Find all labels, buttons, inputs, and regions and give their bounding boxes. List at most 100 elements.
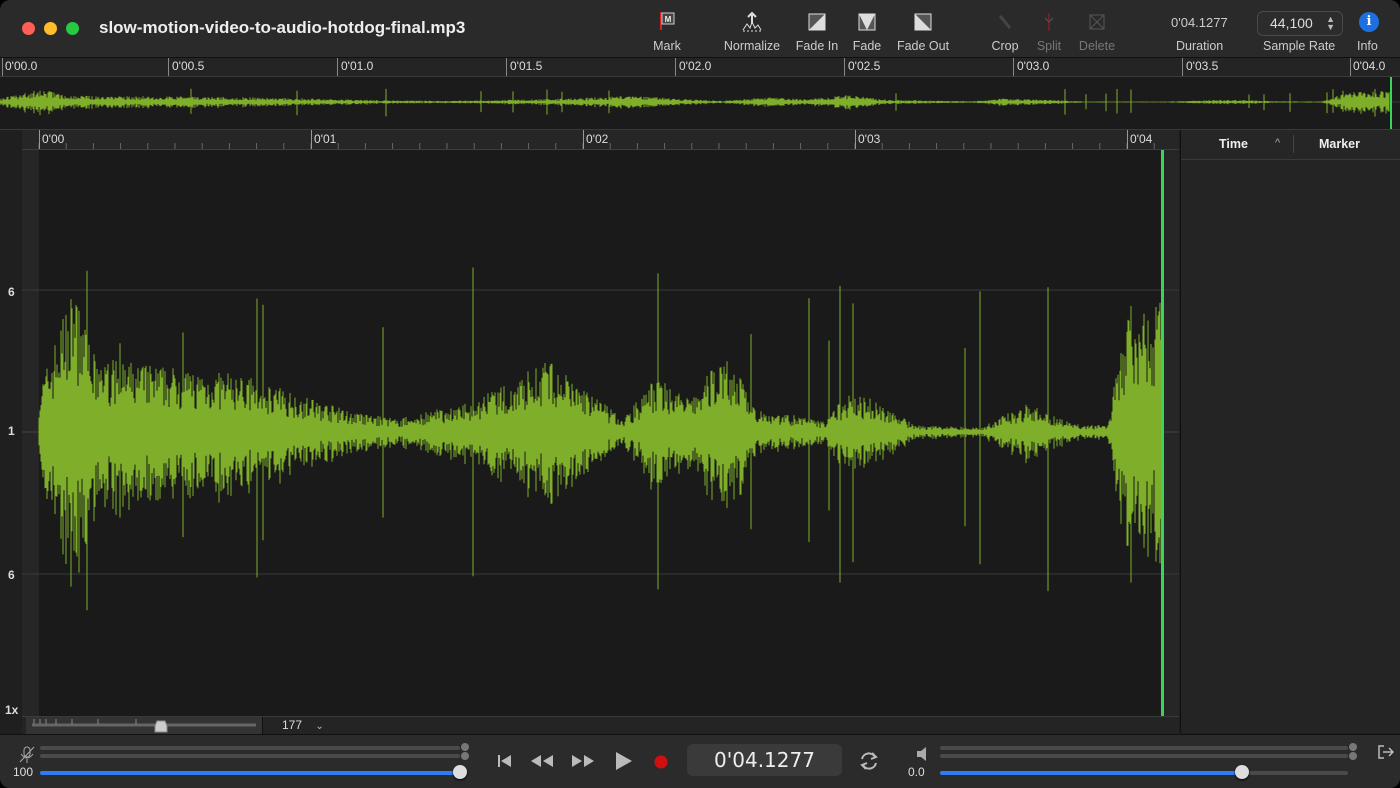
output-meter-left bbox=[940, 746, 1348, 750]
fade-button[interactable]: Fade bbox=[850, 10, 884, 53]
input-level-value: 100 bbox=[13, 765, 34, 779]
overview-tick-label: 0'03.5 bbox=[1186, 59, 1219, 73]
overview-tick-label: 0'01.0 bbox=[341, 59, 374, 73]
fade-in-label: Fade In bbox=[795, 39, 839, 53]
play-icon[interactable] bbox=[613, 750, 635, 772]
overview-tick-label: 0'03.0 bbox=[1017, 59, 1050, 73]
output-level-value: 0.0 bbox=[908, 765, 925, 779]
meter-peak-indicator bbox=[461, 752, 469, 760]
ruler-tick-label: 0'01 bbox=[314, 132, 337, 146]
meter-peak-indicator bbox=[1349, 752, 1357, 760]
output-volume-fill bbox=[940, 771, 1242, 775]
zoom-bar: 177 ⌄ bbox=[22, 716, 1179, 734]
ruler-tick-label: 0'03 bbox=[858, 132, 881, 146]
zoom-factor-label: 1x bbox=[5, 703, 19, 717]
input-volume-knob[interactable] bbox=[453, 765, 467, 779]
microphone-icon[interactable] bbox=[18, 745, 36, 765]
info-label: Info bbox=[1357, 39, 1378, 53]
split-icon bbox=[1044, 13, 1054, 31]
duration-label: Duration bbox=[1176, 39, 1224, 53]
zoom-level-value: 177 bbox=[282, 718, 303, 732]
overview-tick-label: 0'00.0 bbox=[5, 59, 38, 73]
fade-out-button[interactable]: Fade Out bbox=[895, 10, 951, 53]
toolbar: slow-motion-video-to-audio-hotdog-final.… bbox=[0, 0, 1400, 58]
zoom-window-button[interactable] bbox=[66, 22, 79, 35]
normalize-label: Normalize bbox=[723, 39, 781, 53]
output-volume-slider[interactable] bbox=[940, 765, 1348, 779]
overview-playhead bbox=[1390, 77, 1392, 129]
chevron-down-icon: ⌄ bbox=[315, 721, 324, 732]
crop-icon bbox=[998, 15, 1012, 29]
svg-text:M: M bbox=[665, 15, 672, 24]
record-icon[interactable] bbox=[653, 754, 669, 770]
crop-button[interactable]: Crop bbox=[988, 10, 1022, 53]
transport-bar: 100 0'04.1277 0.0 bbox=[0, 734, 1400, 788]
rewind-icon[interactable] bbox=[529, 753, 555, 769]
fast-forward-icon[interactable] bbox=[570, 753, 596, 769]
export-icon[interactable] bbox=[1377, 744, 1395, 760]
input-volume-slider[interactable] bbox=[40, 765, 467, 779]
duration-value: 0'04.1277 bbox=[1171, 15, 1228, 30]
marker-column-header[interactable]: Marker bbox=[1319, 137, 1360, 151]
mark-label: Mark bbox=[653, 39, 681, 53]
output-volume-knob[interactable] bbox=[1234, 765, 1249, 779]
overview-tick-label: 0'02.0 bbox=[679, 59, 712, 73]
y-label-top: 6 bbox=[8, 285, 15, 299]
overview-waveform-graphic bbox=[0, 77, 1400, 129]
input-meter-right bbox=[40, 754, 460, 758]
fade-out-icon bbox=[914, 13, 932, 31]
fade-label: Fade bbox=[852, 39, 882, 53]
fade-in-icon bbox=[808, 13, 826, 31]
overview-tick-label: 0'00.5 bbox=[172, 59, 205, 73]
marker-table-header: Time ^ Marker bbox=[1181, 130, 1400, 160]
y-label-bottom: 6 bbox=[8, 568, 15, 582]
meter-peak-indicator bbox=[461, 743, 469, 751]
overview-tick-label: 0'01.5 bbox=[510, 59, 543, 73]
fade-in-button[interactable]: Fade In bbox=[794, 10, 840, 53]
sample-rate-select[interactable]: 44,100 ▲ ▼ bbox=[1257, 11, 1343, 36]
zoom-level-select[interactable]: 177 ⌄ bbox=[282, 718, 338, 733]
overview-tick-label: 0'02.5 bbox=[848, 59, 881, 73]
normalize-button[interactable]: Normalize bbox=[720, 10, 784, 53]
stepper-arrows-icon: ▲ ▼ bbox=[1326, 14, 1335, 32]
output-meter-right bbox=[940, 754, 1348, 758]
fade-icon bbox=[858, 13, 876, 31]
skip-back-icon[interactable] bbox=[496, 753, 514, 769]
waveform-editor[interactable] bbox=[22, 150, 1179, 716]
split-label: Split bbox=[1036, 39, 1062, 53]
ruler-tick-label: 0'04 bbox=[1130, 132, 1153, 146]
fade-out-label: Fade Out bbox=[896, 39, 950, 53]
zoom-slider[interactable] bbox=[26, 717, 263, 734]
window-title: slow-motion-video-to-audio-hotdog-final.… bbox=[99, 18, 466, 37]
y-label-mid: 1 bbox=[8, 424, 15, 438]
crop-label: Crop bbox=[991, 39, 1019, 53]
overview-ruler[interactable]: 0'00.0 0'00.5 0'01.0 0'01.5 0'02.0 0'02.… bbox=[0, 58, 1400, 77]
delete-icon bbox=[1089, 14, 1105, 30]
sort-ascending-icon[interactable]: ^ bbox=[1275, 137, 1280, 149]
time-column-header[interactable]: Time bbox=[1219, 137, 1248, 151]
amplitude-axis: 6 1 6 1x bbox=[0, 130, 23, 733]
timeline-ruler[interactable]: 0'00 0'01 0'02 0'03 0'04 bbox=[22, 130, 1179, 150]
split-button[interactable]: Split bbox=[1033, 10, 1065, 53]
overview-tick-label: 0'04.0 bbox=[1353, 59, 1386, 73]
waveform-graphic bbox=[22, 150, 1179, 716]
close-window-button[interactable] bbox=[22, 22, 35, 35]
delete-label: Delete bbox=[1078, 39, 1116, 53]
ruler-tick-label: 0'02 bbox=[586, 132, 609, 146]
input-meter-left bbox=[40, 746, 460, 750]
zoom-slider-graphic bbox=[32, 719, 256, 733]
meter-peak-indicator bbox=[1349, 743, 1357, 751]
loop-icon[interactable] bbox=[857, 749, 881, 773]
normalize-icon bbox=[742, 11, 762, 32]
input-volume-fill bbox=[40, 771, 460, 775]
ruler-tick-label: 0'00 bbox=[42, 132, 65, 146]
playhead[interactable] bbox=[1161, 150, 1164, 716]
delete-button[interactable]: Delete bbox=[1076, 10, 1118, 53]
mark-button[interactable]: M Mark bbox=[648, 10, 686, 53]
overview-waveform[interactable] bbox=[0, 77, 1400, 130]
speaker-icon[interactable] bbox=[915, 746, 931, 762]
sample-rate-value: 44,100 bbox=[1270, 15, 1313, 31]
minimize-window-button[interactable] bbox=[44, 22, 57, 35]
info-icon[interactable]: i bbox=[1359, 12, 1379, 32]
marker-panel: Time ^ Marker bbox=[1180, 130, 1400, 733]
